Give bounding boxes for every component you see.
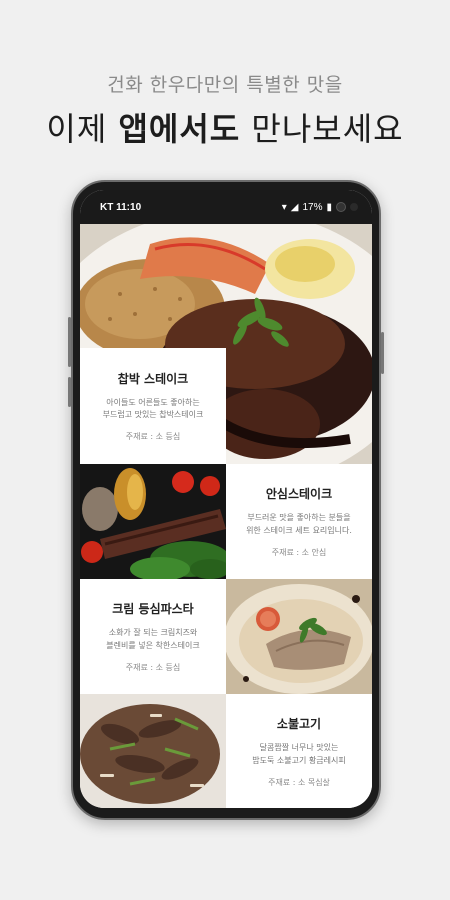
carrier-time: KT 11:10 — [100, 201, 142, 213]
headline-suffix: 만나보세요 — [240, 110, 404, 148]
power-button — [381, 332, 384, 374]
wifi-icon: ▾ — [281, 201, 287, 213]
battery-level: 17% — [302, 201, 323, 213]
menu-item-tenderloin-steak[interactable]: 안심스테이크 부드러운 맛을 좋아하는 분들을 위한 스테이크 세트 요리입니다… — [80, 464, 372, 579]
menu-item-description: 달콤짭짤 너무나 맛있는 밥도둑 소불고기 황금레시피 — [252, 743, 346, 765]
menu-item-description: 부드러운 맛을 좋아하는 분들을 위한 스테이크 세트 요리입니다. — [246, 513, 352, 535]
sensor-icon — [350, 203, 358, 211]
phone-screen: KT 11:10 ▾ ◢ 17% ▮ 찹박 스테이크 아이들도 어른들도 좋아하… — [80, 190, 372, 808]
menu-item-ingredient: 주재료 : 소 등심 — [125, 662, 181, 672]
menu-item-bulgogi[interactable]: 소불고기 달콤짭짤 너무나 맛있는 밥도둑 소불고기 황금레시피 주재료 : 소… — [80, 694, 372, 808]
headline-bold: 앱에서도 — [118, 110, 241, 148]
volume-up-button — [68, 317, 71, 367]
signal-icon: ◢ — [290, 201, 299, 213]
volume-down-button — [68, 377, 71, 407]
promo-headline: 이제 앱에서도 만나보세요 — [0, 104, 450, 150]
battery-icon: ▮ — [326, 201, 332, 213]
front-camera-icon — [336, 202, 346, 212]
tenderloin-steak-photo — [80, 464, 226, 579]
menu-item-name: 찹박 스테이크 — [117, 371, 189, 386]
menu-item-ingredient: 주재료 : 소 안심 — [271, 547, 327, 557]
bulgogi-photo — [80, 694, 226, 808]
menu-item-name: 소불고기 — [276, 717, 322, 732]
status-icons: ▾ ◢ 17% ▮ — [282, 202, 358, 213]
menu-card-tenderloin-steak: 안심스테이크 부드러운 맛을 좋아하는 분들을 위한 스테이크 세트 요리입니다… — [226, 464, 372, 579]
menu-item-ingredient: 주재료 : 소 등심 — [125, 432, 181, 442]
menu-item-description: 아이들도 어른들도 좋아하는 부드럽고 맛있는 찹박스테이크 — [102, 397, 204, 419]
menu-card-bulgogi: 소불고기 달콤짭짤 너무나 맛있는 밥도둑 소불고기 황금레시피 주재료 : 소… — [226, 694, 372, 808]
status-bar: KT 11:10 ▾ ◢ 17% ▮ — [80, 190, 372, 224]
cream-sirloin-pasta-photo — [226, 579, 372, 694]
promo-subtitle: 건화 한우다만의 특별한 맛을 — [107, 74, 343, 96]
menu-item-chopped-steak[interactable]: 찹박 스테이크 아이들도 어른들도 좋아하는 부드럽고 맛있는 찹박스테이크 주… — [80, 224, 372, 464]
menu-item-cream-sirloin-pasta[interactable]: 크림 등심파스타 소화가 잘 되는 크림치즈와 블렌비를 넣은 착한스테이크 주… — [80, 579, 372, 694]
menu-item-name: 크림 등심파스타 — [112, 602, 194, 617]
phone-frame: KT 11:10 ▾ ◢ 17% ▮ 찹박 스테이크 아이들도 어른들도 좋아하… — [68, 180, 384, 820]
menu-item-name: 안심스테이크 — [265, 487, 333, 502]
menu-card-cream-sirloin-pasta: 크림 등심파스타 소화가 잘 되는 크림치즈와 블렌비를 넣은 착한스테이크 주… — [80, 579, 226, 694]
menu-item-ingredient: 주재료 : 소 목심살 — [268, 777, 330, 787]
menu-item-description: 소화가 잘 되는 크림치즈와 블렌비를 넣은 착한스테이크 — [106, 628, 200, 650]
headline-prefix: 이제 — [46, 110, 119, 148]
menu-card-chopped-steak: 찹박 스테이크 아이들도 어른들도 좋아하는 부드럽고 맛있는 찹박스테이크 주… — [80, 348, 226, 464]
